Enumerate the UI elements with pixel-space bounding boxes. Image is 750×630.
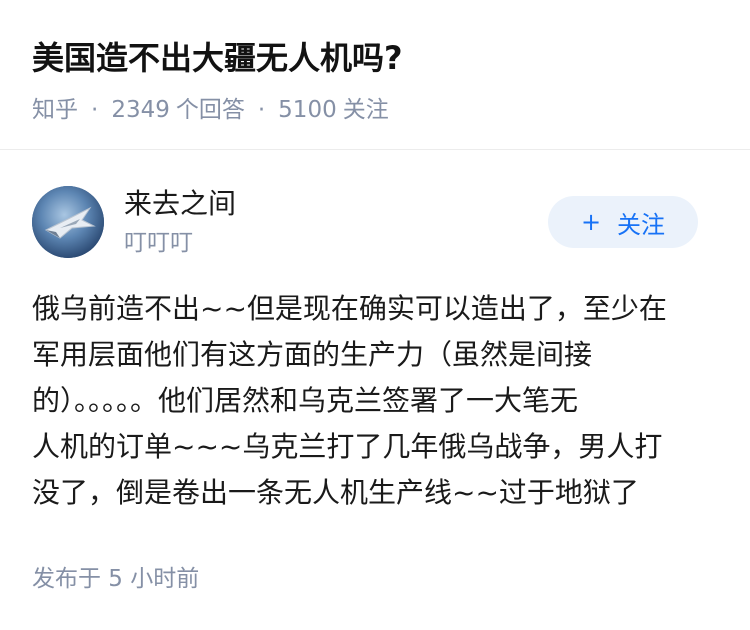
source-label[interactable]: 知乎 bbox=[32, 92, 78, 128]
author-row: 来去之间 叮叮叮 + 关注 bbox=[0, 170, 750, 270]
author-headline: 叮叮叮 bbox=[124, 230, 193, 256]
follower-count-unit: 关注 bbox=[342, 97, 389, 123]
answer-line: 军用层面他们有这方面的生产力（虽然是间接 bbox=[32, 338, 593, 371]
meta-separator: · bbox=[257, 97, 266, 123]
question-title[interactable]: 美国造不出大疆无人机吗? bbox=[32, 34, 403, 82]
publish-time: 发布于 5 小时前 bbox=[32, 566, 200, 592]
avatar[interactable] bbox=[32, 186, 104, 258]
follow-button-label: 关注 bbox=[617, 210, 666, 239]
jet-avatar-icon bbox=[32, 186, 104, 258]
author-name[interactable]: 来去之间 bbox=[124, 184, 236, 224]
answer-count: 2349 bbox=[111, 97, 170, 123]
answer-line: 俄乌前造不出~~但是现在确实可以造出了，至少在 bbox=[32, 292, 667, 325]
question-meta: 知乎 · 2349 个回答 · 5100 关注 bbox=[32, 92, 389, 128]
follower-count: 5100 bbox=[278, 97, 337, 123]
answer-content[interactable]: 俄乌前造不出~~但是现在确实可以造出了，至少在 军用层面他们有这方面的生产力（虽… bbox=[32, 286, 722, 516]
follow-button[interactable]: + 关注 bbox=[548, 196, 698, 248]
answer-line: 没了，倒是卷出一条无人机生产线~~过于地狱了 bbox=[32, 476, 639, 509]
plus-icon: + bbox=[580, 208, 602, 236]
answer-line: 人机的订单~~~乌克兰打了几年俄乌战争，男人打 bbox=[32, 430, 663, 463]
answer-count-unit: 个回答 bbox=[175, 97, 245, 123]
question-header: 美国造不出大疆无人机吗? 知乎 · 2349 个回答 · 5100 关注 bbox=[0, 0, 750, 150]
meta-separator: · bbox=[91, 97, 99, 123]
answer-line: 的）。。。。。他们居然和乌克兰签署了一大笔无 bbox=[32, 384, 579, 417]
